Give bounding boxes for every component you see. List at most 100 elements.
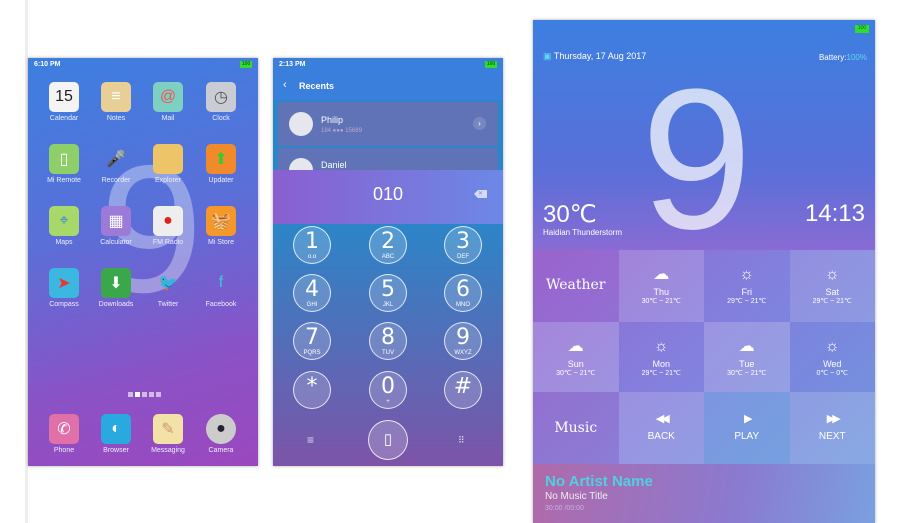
- dock-messaging[interactable]: ✎ Messaging: [140, 414, 196, 454]
- facebook-icon: f: [218, 274, 224, 291]
- sun-icon: ☼: [824, 338, 840, 355]
- app-downloads[interactable]: ⬇ Downloads: [88, 268, 144, 308]
- dock-camera[interactable]: ● Camera: [193, 414, 249, 454]
- app-label: Notes: [106, 115, 126, 122]
- app-recorder[interactable]: 🎤 Recorder: [88, 144, 144, 184]
- key-hash[interactable]: #: [444, 371, 482, 409]
- remote-icon: ▯: [49, 144, 79, 174]
- calendar-icon: ▣: [543, 51, 552, 61]
- app-mi-store[interactable]: 🧺 Mi Store: [193, 206, 249, 246]
- contact-row[interactable]: Philip 184 ●●● 15689 ›: [278, 102, 498, 146]
- rain-cloud-icon: ☁: [653, 266, 670, 283]
- artist-name: No Artist Name: [545, 473, 653, 490]
- sun-icon: ☼: [824, 266, 840, 283]
- forecast-day: Sun: [567, 359, 584, 369]
- page-dot[interactable]: [135, 392, 140, 397]
- dock-browser[interactable]: ◐ Browser: [88, 414, 144, 454]
- menu-icon[interactable]: ≡: [307, 433, 314, 447]
- app-updater[interactable]: ⬆ Updater: [193, 144, 249, 184]
- next-button[interactable]: ▶▶ NEXT: [789, 392, 875, 464]
- app-label: Recorder: [101, 177, 131, 184]
- key-0[interactable]: 0 +: [369, 371, 407, 409]
- play-button[interactable]: ▶ PLAY: [704, 392, 790, 464]
- call-button[interactable]: ▯: [368, 420, 408, 460]
- elapsed-time: 30:00: [545, 505, 563, 512]
- key-8[interactable]: 8 TUV: [369, 322, 407, 360]
- app-twitter[interactable]: 🐦 Twitter: [140, 268, 196, 308]
- sun-icon: ☼: [739, 266, 755, 283]
- forecast-mon: ☼ Mon 29℃ ~ 21℃: [618, 322, 704, 392]
- microphone-icon: 🎤: [106, 151, 126, 168]
- key-letters: o.o: [307, 254, 317, 260]
- forecast-range: 30℃ ~ 21℃: [641, 298, 681, 305]
- clock-icon: ◷: [206, 82, 236, 112]
- app-label: FM Radio: [152, 239, 184, 246]
- forecast-range: 30℃ ~ 21℃: [556, 370, 596, 377]
- mail-icon: @: [153, 82, 183, 112]
- key-6[interactable]: 6 MNO: [444, 274, 482, 312]
- status-bar: 6:10 PM 100: [34, 61, 252, 71]
- key-1[interactable]: 1 o.o: [293, 226, 331, 264]
- app-clock[interactable]: ◷ Clock: [193, 82, 249, 122]
- app-label: Explorer: [154, 177, 182, 184]
- page-dot[interactable]: [128, 392, 133, 397]
- chevron-right-icon[interactable]: ›: [473, 117, 486, 130]
- app-label: Mail: [161, 115, 175, 122]
- key-3[interactable]: 3 DEF: [444, 226, 482, 264]
- back-label: BACK: [647, 431, 675, 442]
- music-progress: 30:00 /00:00: [545, 505, 584, 512]
- forecast-day: Thu: [653, 287, 669, 297]
- battery-icon: 100: [485, 61, 497, 68]
- app-label: Calendar: [49, 115, 79, 122]
- app-calendar[interactable]: 15 Calendar: [36, 82, 92, 122]
- weather-title-cell: Weather: [533, 250, 619, 322]
- app-facebook[interactable]: f Facebook: [193, 268, 249, 308]
- key-star[interactable]: *: [293, 371, 331, 409]
- key-9[interactable]: 9 WXYZ: [444, 322, 482, 360]
- key-2[interactable]: 2 ABC: [369, 226, 407, 264]
- basket-icon: 🧺: [206, 206, 236, 236]
- key-letters: DEF: [457, 254, 469, 260]
- dialpad-icon[interactable]: ⠿: [458, 435, 465, 446]
- key-5[interactable]: 5 JKL: [369, 274, 407, 312]
- key-digit: 0: [381, 374, 395, 399]
- app-notes[interactable]: ≡ Notes: [88, 82, 144, 122]
- contact-name: Philip: [321, 115, 344, 125]
- forecast-tue: ☁ Tue 30℃ ~ 21℃: [704, 322, 790, 392]
- app-label: Mi Store: [207, 239, 235, 246]
- page-dot[interactable]: [142, 392, 147, 397]
- music-title-cell: Music: [533, 392, 619, 464]
- entered-number[interactable]: 010: [273, 184, 503, 205]
- app-label: Messaging: [151, 447, 185, 454]
- app-compass[interactable]: ➤ Compass: [36, 268, 92, 308]
- key-digit: 7: [305, 325, 319, 350]
- page-indicator[interactable]: [128, 392, 161, 397]
- page-dot[interactable]: [156, 392, 161, 397]
- status-time: 6:10 PM: [34, 61, 61, 68]
- app-label: Compass: [49, 301, 79, 308]
- music-title: No Music Title: [545, 491, 608, 502]
- forecast-day: Sat: [825, 287, 839, 297]
- back-button[interactable]: ◀◀ BACK: [618, 392, 704, 464]
- app-label: Clock: [212, 115, 230, 122]
- weather-label: Weather: [546, 277, 606, 293]
- app-maps[interactable]: ⌖ Maps: [36, 206, 92, 246]
- contact-name: Daniel: [321, 160, 347, 170]
- next-label: NEXT: [818, 431, 846, 442]
- app-calculator[interactable]: ▦ Calculator: [88, 206, 144, 246]
- app-label: Downloads: [98, 301, 134, 308]
- back-icon[interactable]: ‹: [283, 79, 287, 91]
- key-4[interactable]: 4 GHI: [293, 274, 331, 312]
- phone-touch-icon: ▯: [383, 431, 393, 448]
- app-mi-remote[interactable]: ▯ Mi Remote: [36, 144, 92, 184]
- dock-phone[interactable]: ✆ Phone: [36, 414, 92, 454]
- launcher-screen: 9 100 ▣ Thursday, 17 Aug 2017 Battery:10…: [533, 20, 875, 523]
- app-explorer[interactable]: ▬ Explorer: [140, 144, 196, 184]
- key-7[interactable]: 7 PQRS: [293, 322, 331, 360]
- twitter-icon: 🐦: [158, 275, 178, 292]
- app-mail[interactable]: @ Mail: [140, 82, 196, 122]
- phone-icon: ✆: [49, 414, 79, 444]
- page-dot[interactable]: [149, 392, 154, 397]
- app-fm-radio[interactable]: ● FM Radio: [140, 206, 196, 246]
- music-info: No Artist Name No Music Title 30:00 /00:…: [533, 464, 875, 523]
